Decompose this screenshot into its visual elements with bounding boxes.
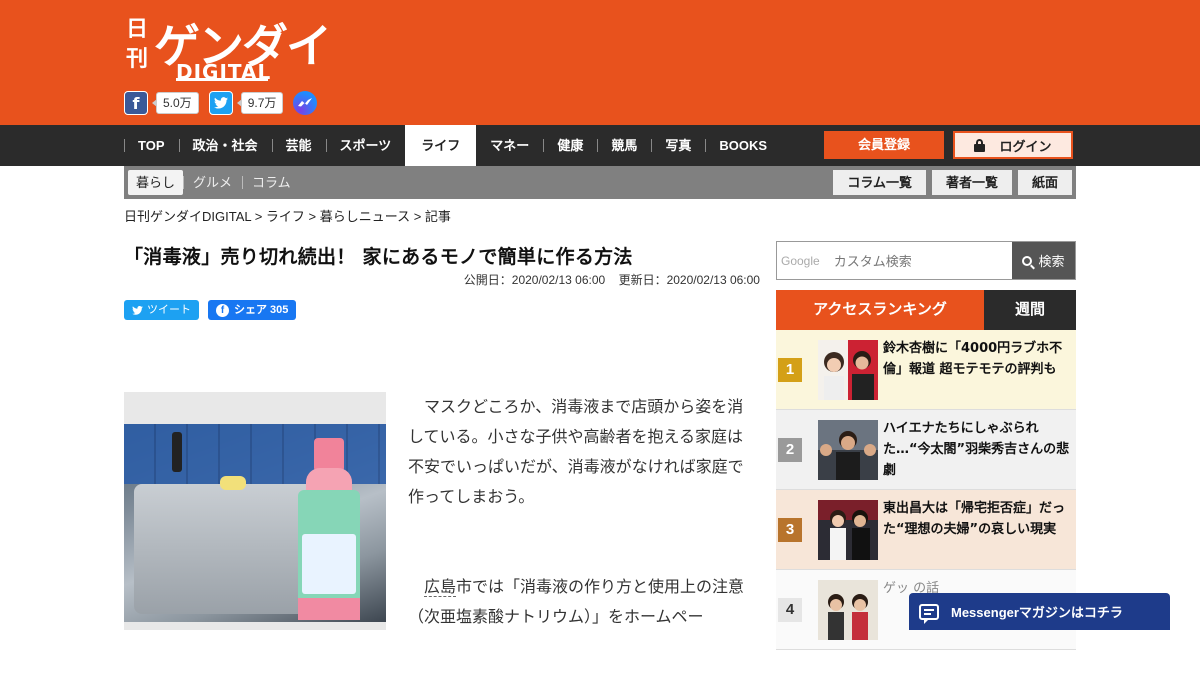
subnav-item-column[interactable]: コラム xyxy=(242,170,301,195)
nav-item-life[interactable]: ライフ xyxy=(405,125,477,166)
share-bar: ツイート f シェア 305 xyxy=(124,300,297,320)
messenger-icon[interactable] xyxy=(293,91,318,115)
article-photo-frame xyxy=(124,392,386,630)
article-body: マスクどころか、消毒液まで店頭から姿を消している。小さな子供や高齢者を抱える家庭… xyxy=(408,392,756,692)
tweet-label: ツイート xyxy=(147,304,191,316)
ranking-thumbnail xyxy=(818,580,878,640)
nav-item-politics[interactable]: 政治・社会 xyxy=(178,125,272,166)
nav-item-top[interactable]: TOP xyxy=(124,125,179,166)
article-paragraph: マスクどころか、消毒液まで店頭から姿を消している。小さな子供や高齢者を抱える家庭… xyxy=(408,397,744,506)
search-icon xyxy=(1022,255,1033,266)
tab-weekly[interactable]: 週間 xyxy=(984,290,1076,330)
twitter-icon[interactable] xyxy=(208,91,233,115)
subnav-item-kurashi[interactable]: 暮らし xyxy=(128,170,184,195)
article-title: 「消毒液」売り切れ続出！ 家にあるモノで簡単に作る方法 xyxy=(124,246,633,268)
messenger-label: Messengerマガジンはコチラ xyxy=(951,605,1123,620)
nav-item-sports[interactable]: スポーツ xyxy=(325,125,406,166)
ranking-item[interactable]: 2 ハイエナたちにしゃぶられた…“今太閤”羽柴秀吉さんの悲劇 xyxy=(776,410,1076,490)
ranking-title: 鈴木杏樹に「4000円ラブホ不倫」報道 超モテモテの評判も xyxy=(883,341,1063,377)
site-logo[interactable]: 日刊 ゲンダイ DIGITAL xyxy=(126,12,332,84)
ranking-thumbnail xyxy=(818,340,878,400)
nav-item-photo[interactable]: 写真 xyxy=(651,125,705,166)
twitter-bird-icon xyxy=(132,305,143,315)
facebook-share-button[interactable]: f シェア 305 xyxy=(208,300,297,320)
ranking-thumbnail xyxy=(818,500,878,560)
paper-button[interactable]: 紙面 xyxy=(1017,170,1072,195)
search-button[interactable]: 検索 xyxy=(1012,242,1075,279)
login-button[interactable]: ログイン xyxy=(953,131,1073,159)
article-photo[interactable] xyxy=(124,424,386,622)
nav-item-entertainment[interactable]: 芸能 xyxy=(271,125,326,166)
search-button-label: 検索 xyxy=(1038,254,1065,269)
rank-number: 1 xyxy=(778,358,802,382)
social-follow-bar: f 5.0万 9.7万 xyxy=(124,91,318,115)
facebook-count: 5.0万 xyxy=(152,92,199,114)
share-label: シェア 305 xyxy=(234,304,289,316)
site-search: Google カスタム検索 検索 xyxy=(776,241,1076,280)
ranking-tabs: アクセスランキング 週間 xyxy=(776,290,1076,330)
ranking-title: 東出昌大は「帰宅拒否症」だった“理想の夫婦”の哀しい現実 xyxy=(883,501,1066,537)
subnav-item-gourmet[interactable]: グルメ xyxy=(183,170,242,195)
messenger-magazine-button[interactable]: Messengerマガジンはコチラ xyxy=(909,593,1170,630)
rank-number: 3 xyxy=(778,518,802,542)
facebook-icon[interactable]: f xyxy=(124,91,148,115)
lock-icon xyxy=(974,138,986,152)
breadcrumb[interactable]: 日刊ゲンダイDIGITAL > ライフ > 暮らしニュース > 記事 xyxy=(124,206,451,225)
author-list-button[interactable]: 著者一覧 xyxy=(931,170,1012,195)
nav-item-keiba[interactable]: 競馬 xyxy=(597,125,651,166)
twitter-count: 9.7万 xyxy=(236,92,284,114)
search-placeholder: カスタム検索 xyxy=(833,254,912,269)
ranking-item[interactable]: 1 鈴木杏樹に「4000円ラブホ不倫」報道 超モテモテの評判も xyxy=(776,330,1076,410)
google-brand: Google xyxy=(781,253,820,268)
login-label: ログイン xyxy=(999,138,1052,154)
site-header: 日刊 ゲンダイ DIGITAL f 5.0万 9.7万 xyxy=(0,0,1200,125)
ranking-title: ハイエナたちにしゃぶられた…“今太閤”羽柴秀吉さんの悲劇 xyxy=(883,421,1070,478)
updated-date: 更新日：2020/02/13 06:00 xyxy=(618,273,760,287)
ranking-item[interactable]: 3 東出昌大は「帰宅拒否症」だった“理想の夫婦”の哀しい現実 xyxy=(776,490,1076,570)
nav-item-books[interactable]: BOOKS xyxy=(705,125,781,166)
register-button[interactable]: 会員登録 xyxy=(824,131,944,159)
chat-bubble-icon xyxy=(919,603,939,624)
column-list-button[interactable]: コラム一覧 xyxy=(833,170,926,195)
nav-item-health[interactable]: 健康 xyxy=(543,125,597,166)
search-input[interactable]: Google カスタム検索 xyxy=(777,242,1012,279)
article-dates: 公開日：2020/02/13 06:00 更新日：2020/02/13 06:0… xyxy=(454,271,760,288)
tweet-button[interactable]: ツイート xyxy=(124,300,199,320)
published-date: 公開日：2020/02/13 06:00 xyxy=(463,273,606,287)
article-paragraph: 広島市では「消毒液の作り方と使用上の注意（次亜塩素酸ナトリウム）」をホームペー xyxy=(408,577,745,626)
tab-access-ranking[interactable]: アクセスランキング xyxy=(776,290,984,330)
logo-kanji: 日刊 xyxy=(126,16,149,72)
nav-item-money[interactable]: マネー xyxy=(476,125,543,166)
rank-number: 2 xyxy=(778,438,802,462)
rank-number: 4 xyxy=(778,598,802,622)
facebook-icon: f xyxy=(216,303,229,317)
hiroshima-link[interactable]: 広島 xyxy=(424,577,457,597)
ranking-thumbnail xyxy=(818,420,878,480)
logo-underline xyxy=(176,78,268,81)
sub-nav: 暮らし グルメ コラム コラム一覧 著者一覧 紙面 xyxy=(124,166,1076,199)
